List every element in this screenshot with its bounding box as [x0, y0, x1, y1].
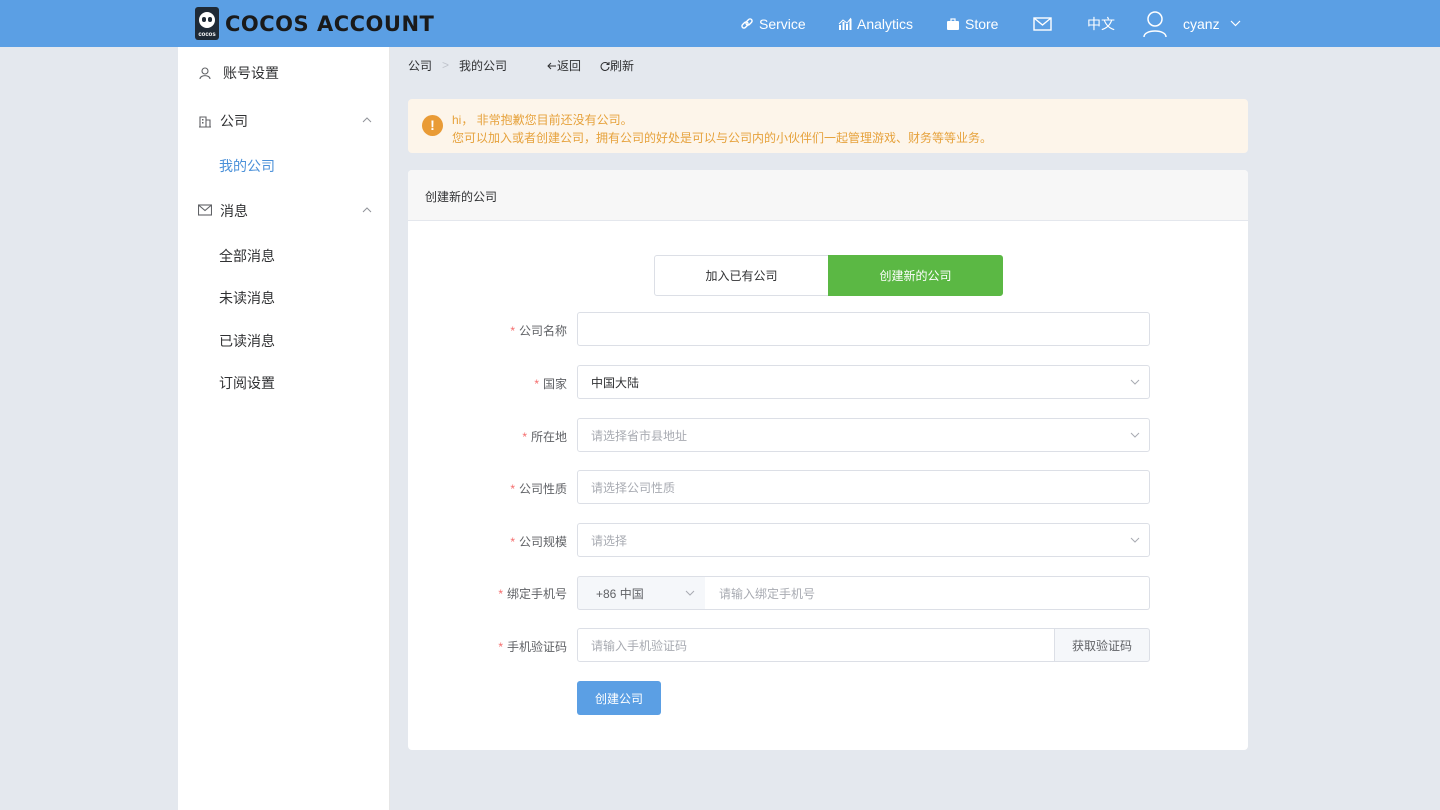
- alert-line-1: hi， 非常抱歉您目前还没有公司。: [452, 113, 633, 127]
- location-select[interactable]: 请选择省市县地址: [577, 418, 1150, 452]
- country-value: 中国大陆: [591, 375, 640, 390]
- breadcrumb-root[interactable]: 公司: [408, 57, 432, 74]
- breadcrumb: 公司 > 我的公司: [408, 57, 507, 73]
- location-placeholder: 请选择省市县地址: [591, 428, 688, 443]
- sidebar-item-company[interactable]: 公司: [178, 109, 390, 133]
- user-avatar-icon: [1143, 10, 1167, 37]
- briefcase-icon: [947, 17, 959, 30]
- top-header: cocos COCOS ACCOUNT Service Analytics St…: [0, 0, 1440, 47]
- logo-mark-text: cocos: [198, 32, 216, 38]
- code-label: * 手机验证码: [498, 640, 567, 654]
- back-button[interactable]: 返回: [547, 57, 581, 74]
- scale-label: * 公司规模: [510, 535, 567, 549]
- phone-input[interactable]: 请输入绑定手机号: [705, 576, 1150, 610]
- chevron-up-icon: [362, 117, 372, 123]
- sidebar-label-messages: 消息: [220, 203, 248, 219]
- alert-line-2: 您可以加入或者创建公司，拥有公司的好处是可以与公司内的小伙伴们一起管理游戏、财务…: [452, 131, 993, 145]
- nav-analytics-label: Analytics: [857, 15, 914, 32]
- arrow-left-icon: [547, 62, 556, 69]
- language-switch[interactable]: 中文: [1087, 0, 1115, 47]
- sidebar-item-all-messages[interactable]: 全部消息: [219, 246, 275, 266]
- mail-button[interactable]: [1033, 0, 1057, 47]
- sidebar-item-account-settings[interactable]: 账号设置: [178, 61, 390, 85]
- sidebar-item-unread-messages[interactable]: 未读消息: [219, 288, 275, 308]
- nature-placeholder: 请选择公司性质: [591, 480, 676, 495]
- cocos-logo-mark: cocos: [195, 7, 219, 40]
- breadcrumb-separator-icon: >: [442, 58, 450, 72]
- scale-placeholder: 请选择: [591, 533, 628, 548]
- company-name-input[interactable]: [577, 312, 1150, 346]
- chevron-up-icon: [362, 207, 372, 213]
- building-icon: [199, 116, 211, 128]
- sidebar-item-my-company[interactable]: 我的公司: [219, 156, 275, 176]
- no-company-alert: ! hi， 非常抱歉您目前还没有公司。 您可以加入或者创建公司，拥有公司的好处是…: [408, 99, 1248, 153]
- cocos-logo[interactable]: cocos COCOS ACCOUNT: [195, 7, 434, 40]
- bar-chart-icon: [838, 17, 852, 30]
- chevron-down-icon: [685, 590, 695, 596]
- user-icon: [199, 67, 211, 80]
- envelope-icon: [198, 204, 212, 216]
- country-label: * 国家: [534, 377, 567, 391]
- link-icon: [741, 17, 753, 29]
- country-code-select[interactable]: +86 中国: [577, 576, 706, 610]
- nature-label: * 公司性质: [510, 482, 567, 496]
- card-title: 创建新的公司: [425, 190, 498, 204]
- country-select[interactable]: 中国大陆: [577, 365, 1150, 399]
- company-scale-select[interactable]: 请选择: [577, 523, 1150, 557]
- chevron-down-icon: [1130, 379, 1140, 385]
- sidebar: 账号设置 公司 我的公司 消息 全部消息 未读消息 已读消息 订阅设置: [178, 47, 390, 810]
- sidebar-item-read-messages[interactable]: 已读消息: [219, 331, 275, 351]
- tab-join-company[interactable]: 加入已有公司: [654, 255, 829, 296]
- verification-code-input[interactable]: 请输入手机验证码: [577, 628, 1055, 662]
- chevron-down-icon: [1130, 537, 1140, 543]
- card-header: 创建新的公司: [408, 170, 1248, 221]
- nav-service[interactable]: Service: [740, 0, 806, 47]
- code-placeholder: 请输入手机验证码: [591, 638, 688, 653]
- sidebar-label-account-settings: 账号设置: [223, 65, 279, 81]
- back-label: 返回: [557, 59, 582, 73]
- nav-service-label: Service: [759, 15, 806, 32]
- breadcrumb-current: 我的公司: [459, 58, 508, 73]
- create-company-card: 创建新的公司 加入已有公司 创建新的公司 * 公司名称 * 国家 中国大陆 * 所在地…: [408, 170, 1248, 750]
- create-company-button[interactable]: 创建公司: [577, 681, 661, 715]
- user-menu[interactable]: cyanz: [1142, 0, 1246, 47]
- sidebar-label-company: 公司: [220, 113, 248, 129]
- tab-create-company[interactable]: 创建新的公司: [828, 255, 1003, 296]
- refresh-button[interactable]: 刷新: [600, 57, 634, 74]
- mail-icon: [1033, 16, 1052, 31]
- chevron-down-icon: [1130, 432, 1140, 438]
- company-name-label: * 公司名称: [510, 324, 567, 338]
- phone-placeholder: 请输入绑定手机号: [719, 586, 816, 601]
- nav-analytics[interactable]: Analytics: [838, 0, 913, 47]
- logo-text: COCOS ACCOUNT: [225, 11, 435, 36]
- chevron-down-icon: [1230, 20, 1241, 27]
- warning-icon: !: [422, 115, 443, 136]
- language-label: 中文: [1087, 15, 1115, 32]
- nav-store-label: Store: [965, 15, 999, 32]
- refresh-icon: [600, 61, 610, 71]
- username: cyanz: [1183, 15, 1220, 32]
- refresh-label: 刷新: [610, 59, 635, 73]
- country-code-value: +86 中国: [596, 586, 644, 601]
- sidebar-item-subscription-settings[interactable]: 订阅设置: [219, 373, 275, 393]
- company-nature-input[interactable]: 请选择公司性质: [577, 470, 1150, 504]
- location-label: * 所在地: [522, 430, 567, 444]
- sidebar-item-messages[interactable]: 消息: [178, 199, 390, 223]
- get-code-button[interactable]: 获取验证码: [1054, 628, 1150, 662]
- phone-label: * 绑定手机号: [498, 587, 567, 601]
- nav-store[interactable]: Store: [946, 0, 998, 47]
